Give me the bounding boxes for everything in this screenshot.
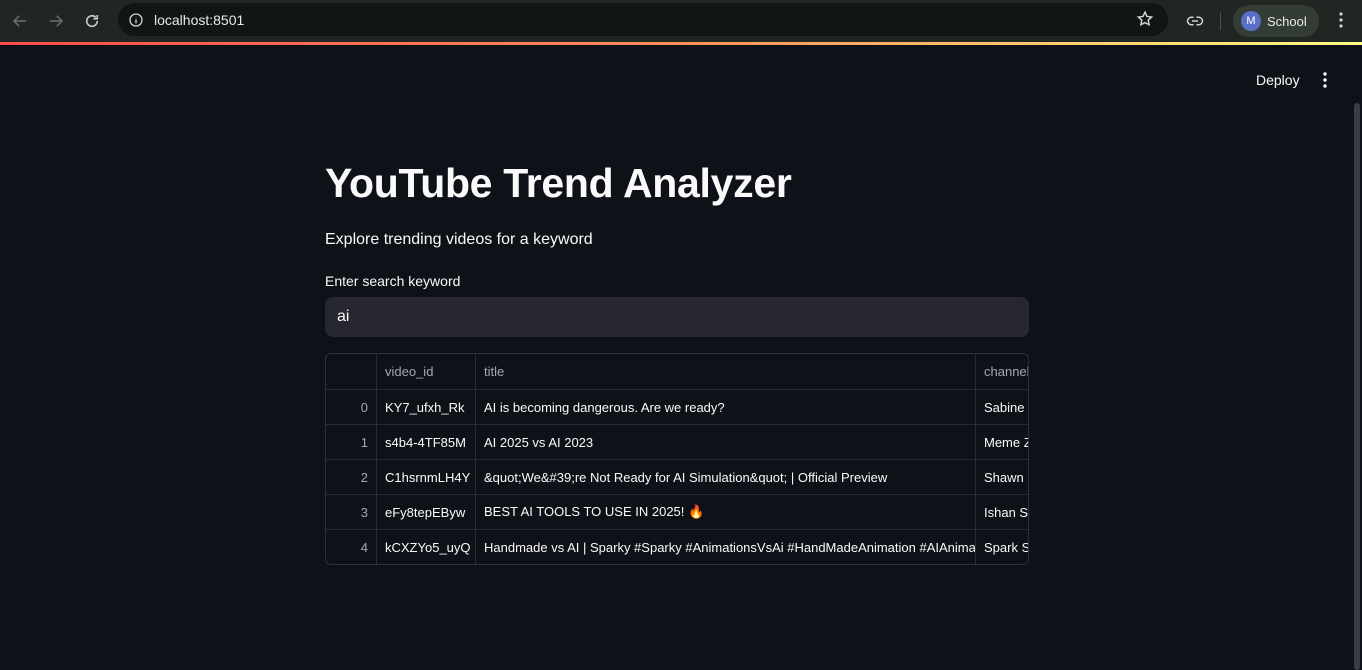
title-cell[interactable]: BEST AI TOOLS TO USE IN 2025! 🔥 xyxy=(476,495,976,529)
main-menu-icon[interactable] xyxy=(1313,68,1337,92)
bookmark-star-icon[interactable] xyxy=(1136,10,1154,33)
avatar: M xyxy=(1241,11,1261,31)
channel-cell[interactable]: Sabine Hossenfelder xyxy=(976,390,1028,424)
index-column-header[interactable] xyxy=(326,354,377,389)
site-info-icon[interactable] xyxy=(121,5,151,35)
back-button[interactable] xyxy=(2,3,38,39)
table-row[interactable]: 3 eFy8tepEByw BEST AI TOOLS TO USE IN 20… xyxy=(326,495,1028,530)
profile-button[interactable]: M School xyxy=(1233,5,1319,37)
reload-icon xyxy=(85,14,99,28)
toolbar-divider xyxy=(1220,12,1221,30)
arrow-right-icon xyxy=(50,15,64,27)
channel-cell[interactable]: Spark Studio xyxy=(976,530,1028,564)
title-cell[interactable]: AI 2025 vs AI 2023 xyxy=(476,425,976,459)
channel-cell[interactable]: Ishan Sharma xyxy=(976,495,1028,529)
forward-button[interactable] xyxy=(38,3,74,39)
row-index: 0 xyxy=(326,390,377,424)
channel-cell[interactable]: Meme Zone xyxy=(976,425,1028,459)
video-id-cell[interactable]: kCXZYo5_uyQ xyxy=(377,530,476,564)
channel-cell[interactable]: Shawn Ryan Show xyxy=(976,460,1028,494)
page-subtitle: Explore trending videos for a keyword xyxy=(325,231,593,248)
row-index: 1 xyxy=(326,425,377,459)
row-index: 2 xyxy=(326,460,377,494)
row-index: 3 xyxy=(326,495,377,529)
video-id-cell[interactable]: eFy8tepEByw xyxy=(377,495,476,529)
table-row[interactable]: 1 s4b4-4TF85M AI 2025 vs AI 2023 Meme Zo… xyxy=(326,425,1028,460)
column-header-channel[interactable]: channel xyxy=(976,354,1028,389)
address-bar[interactable]: localhost:8501 xyxy=(118,3,1168,36)
title-cell[interactable]: Handmade vs AI | Sparky #Sparky #Animati… xyxy=(476,530,976,564)
page-scrollbar[interactable] xyxy=(1354,103,1360,670)
title-cell[interactable]: AI is becoming dangerous. Are we ready? xyxy=(476,390,976,424)
url-text: localhost:8501 xyxy=(154,11,245,28)
profile-name: School xyxy=(1267,13,1307,29)
toolbar-right: M School xyxy=(1180,0,1319,42)
search-input[interactable] xyxy=(325,297,1029,337)
column-header-title[interactable]: title xyxy=(476,354,976,389)
column-header-video-id[interactable]: video_id xyxy=(377,354,476,389)
table-row[interactable]: 4 kCXZYo5_uyQ Handmade vs AI | Sparky #S… xyxy=(326,530,1028,564)
table-row[interactable]: 0 KY7_ufxh_Rk AI is becoming dangerous. … xyxy=(326,390,1028,425)
share-link-icon[interactable] xyxy=(1180,6,1210,36)
table-header-row: video_id title channel xyxy=(326,354,1028,390)
data-table[interactable]: video_id title channel 0 KY7_ufxh_Rk AI … xyxy=(325,353,1029,565)
video-id-cell[interactable]: C1hsrnmLH4Y xyxy=(377,460,476,494)
table-row[interactable]: 2 C1hsrnmLH4Y &quot;We&#39;re Not Ready … xyxy=(326,460,1028,495)
app-decoration-bar xyxy=(0,42,1362,45)
video-id-cell[interactable]: s4b4-4TF85M xyxy=(377,425,476,459)
search-label: Enter search keyword xyxy=(325,273,461,289)
arrow-left-icon xyxy=(12,15,26,27)
browser-menu-icon[interactable] xyxy=(1330,9,1352,31)
reload-button[interactable] xyxy=(74,3,110,39)
row-index: 4 xyxy=(326,530,377,564)
deploy-button[interactable]: Deploy xyxy=(1248,68,1308,92)
page-title: YouTube Trend Analyzer xyxy=(325,160,792,206)
video-id-cell[interactable]: KY7_ufxh_Rk xyxy=(377,390,476,424)
title-cell[interactable]: &quot;We&#39;re Not Ready for AI Simulat… xyxy=(476,460,976,494)
